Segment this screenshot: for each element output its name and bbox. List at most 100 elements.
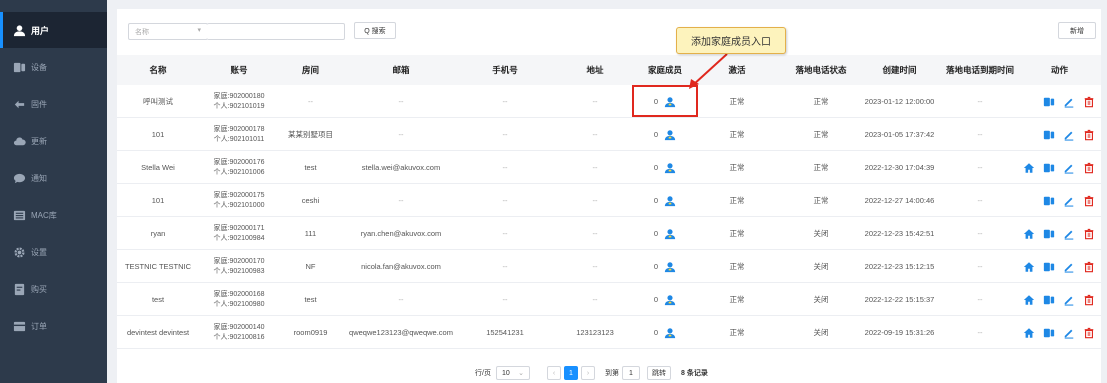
expiry-cell-text: -- — [977, 97, 983, 106]
home-icon[interactable] — [1021, 227, 1038, 241]
page-button[interactable]: 1 — [564, 366, 578, 380]
gear-icon — [12, 245, 26, 259]
jump-button[interactable]: 跳转 — [647, 366, 671, 380]
edit-icon[interactable] — [1060, 194, 1077, 208]
email-cell-text: -- — [398, 97, 404, 106]
sidebar-item-8[interactable]: 订单 — [0, 308, 107, 344]
member-icon[interactable] — [664, 261, 676, 273]
member-icon[interactable] — [664, 129, 676, 141]
landline-cell: 关闭 — [782, 250, 860, 283]
room-cell: test — [279, 283, 342, 316]
email-cell: nicola.fan@akuvox.com — [342, 250, 460, 283]
edit-icon[interactable] — [1060, 128, 1077, 142]
phone-cell: -- — [460, 85, 550, 118]
device-action-icon[interactable] — [1041, 293, 1058, 307]
filter-select[interactable]: 名称 ▾ — [128, 23, 208, 40]
created-cell-text: 2023-01-05 17:37:42 — [864, 130, 935, 139]
sidebar-item-7[interactable]: 购买 — [0, 271, 107, 307]
edit-icon[interactable] — [1060, 95, 1077, 109]
purchase-icon — [12, 282, 26, 296]
goto-page-input[interactable]: 1 — [622, 366, 640, 380]
search-button[interactable]: Q 搜索 — [354, 22, 396, 39]
table-header: 名称 账号 房间 邮箱 手机号 地址 家庭成员 激活 落地电话状态 创建时间 落地电话到期时间 动作 — [117, 55, 1101, 85]
sidebar-item-label: 设置 — [31, 247, 47, 257]
edit-icon[interactable] — [1061, 161, 1078, 175]
home-icon[interactable] — [1021, 260, 1038, 274]
sidebar-item-6[interactable]: 设置 — [0, 234, 107, 270]
address-cell: -- — [550, 151, 640, 184]
device-action-icon[interactable] — [1041, 326, 1058, 340]
active-cell-text: 正常 — [729, 295, 745, 304]
sidebar-item-label: 订单 — [31, 321, 47, 331]
edit-icon[interactable] — [1061, 260, 1078, 274]
table-row: test 家庭:902000168 个人:902100980 test -- -- -- 0 正… — [117, 283, 1101, 316]
delete-icon[interactable] — [1080, 326, 1097, 340]
device-action-icon[interactable] — [1041, 161, 1058, 175]
name-cell-text: TESTNIC TESTNIC — [124, 262, 192, 271]
email-cell-text: nicola.fan@akuvox.com — [361, 262, 441, 271]
members-cell: 0 — [640, 217, 690, 250]
device-action-icon[interactable] — [1040, 128, 1057, 142]
account-personal: 个人:902101006 — [213, 168, 265, 176]
room-cell: NF — [279, 250, 342, 283]
members-cell: 0 — [640, 118, 690, 151]
member-count: 0 — [653, 229, 659, 238]
name-cell: 101 — [117, 184, 199, 217]
home-icon[interactable] — [1021, 161, 1038, 175]
member-icon[interactable] — [664, 327, 676, 339]
actions-cell — [1018, 118, 1101, 151]
room-cell: -- — [279, 85, 342, 118]
member-icon[interactable] — [664, 294, 676, 306]
members-cell: 0 — [640, 184, 690, 217]
delete-icon[interactable] — [1080, 161, 1097, 175]
member-icon[interactable] — [664, 195, 676, 207]
account-personal: 个人:902100984 — [213, 234, 265, 242]
member-icon[interactable] — [664, 228, 676, 240]
name-cell-text: 101 — [151, 130, 165, 139]
prev-page-button[interactable]: ‹ — [547, 366, 561, 380]
device-icon — [12, 60, 26, 74]
address-cell-text: -- — [592, 97, 598, 106]
edit-icon[interactable] — [1061, 326, 1078, 340]
device-action-icon[interactable] — [1040, 95, 1057, 109]
phone-cell: -- — [460, 118, 550, 151]
device-action-icon[interactable] — [1041, 260, 1058, 274]
account-cell: 家庭:902000176 个人:902101006 — [199, 151, 279, 184]
edit-icon[interactable] — [1061, 227, 1078, 241]
delete-icon[interactable] — [1080, 260, 1097, 274]
delete-icon[interactable] — [1080, 227, 1097, 241]
name-cell-text: test — [151, 295, 165, 304]
sidebar-item-2[interactable]: 固件 — [0, 86, 107, 122]
home-icon[interactable] — [1021, 326, 1038, 340]
delete-icon[interactable] — [1080, 293, 1097, 307]
column-header: 落地电话到期时间 — [945, 65, 1014, 75]
delete-icon[interactable] — [1080, 95, 1097, 109]
add-button[interactable]: 新增 — [1058, 22, 1096, 39]
member-icon[interactable] — [664, 162, 676, 174]
phone-cell: -- — [460, 151, 550, 184]
created-cell-text: 2022-12-30 17:04:39 — [864, 163, 935, 172]
sidebar-item-0[interactable]: 用户 — [0, 12, 107, 48]
account-family: 家庭:902000178 — [213, 125, 265, 133]
phone-cell: -- — [460, 250, 550, 283]
device-action-icon[interactable] — [1041, 227, 1058, 241]
delete-icon[interactable] — [1080, 128, 1097, 142]
delete-icon[interactable] — [1080, 194, 1097, 208]
sidebar-item-5[interactable]: MAC库 — [0, 197, 107, 233]
landline-cell-text: 正常 — [813, 130, 829, 139]
column-header: 落地电话状态 — [795, 65, 847, 75]
device-action-icon[interactable] — [1040, 194, 1057, 208]
account-cell: 家庭:902000171 个人:902100984 — [199, 217, 279, 250]
search-input[interactable] — [207, 23, 345, 40]
home-icon[interactable] — [1021, 293, 1038, 307]
column-header: 激活 — [728, 65, 746, 75]
per-page-select[interactable]: 10 ⌄ — [496, 366, 530, 380]
address-cell: 123123123 — [550, 316, 640, 349]
sidebar-item-3[interactable]: 更新 — [0, 123, 107, 159]
landline-cell: 关闭 — [782, 283, 860, 316]
sidebar-item-4[interactable]: 通知 — [0, 160, 107, 196]
edit-icon[interactable] — [1061, 293, 1078, 307]
table-row: Stella Wei 家庭:902000176 个人:902101006 test st… — [117, 151, 1101, 184]
next-page-button[interactable]: › — [581, 366, 595, 380]
sidebar-item-1[interactable]: 设备 — [0, 49, 107, 85]
